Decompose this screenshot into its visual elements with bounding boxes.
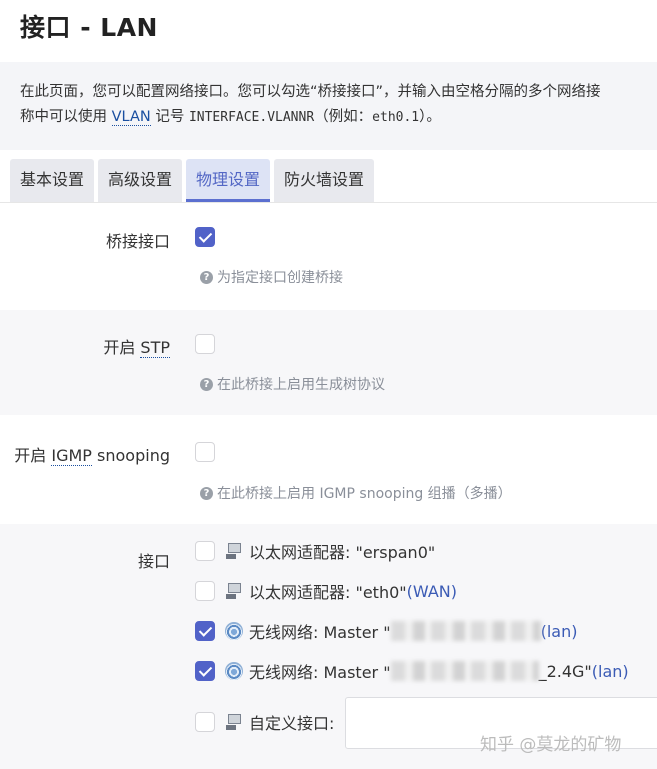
- description-line-2: 称中可以使用 VLAN 记号 INTERFACE.VLANNR（例如：eth0.…: [20, 109, 441, 126]
- wireless-2-checkbox[interactable]: [195, 661, 215, 681]
- stp-label: 开启 STP: [103, 338, 170, 358]
- wireless-icon: [225, 622, 243, 640]
- tab-firewall-settings[interactable]: 防火墙设置: [274, 159, 375, 202]
- page-title: 接口 - LAN: [20, 13, 158, 42]
- tab-advanced-settings[interactable]: 高级设置: [98, 159, 183, 202]
- help-icon: ?: [200, 270, 213, 284]
- redacted-ssid: [390, 621, 541, 641]
- interface-item-eth0: 以太网适配器: "eth0" (WAN): [195, 579, 457, 603]
- description-line-1: 在此页面，您可以配置网络接口。您可以勾选“桥接接口”，并输入由空格分隔的多个网络…: [20, 84, 601, 100]
- tab-physical-settings[interactable]: 物理设置: [186, 159, 271, 202]
- bridge-checkbox[interactable]: [195, 227, 215, 247]
- stp-hint: ? 在此桥接上启用生成树协议: [200, 374, 385, 394]
- igmp-label: 开启 IGMP snooping: [14, 446, 170, 466]
- igmp-section: 开启 IGMP snooping ? 在此桥接上启用 IGMP snooping…: [0, 415, 657, 524]
- example-code: eth0.1: [372, 110, 420, 125]
- interface-item-wireless-1: 无线网络: Master " (lan): [195, 619, 577, 643]
- eth0-checkbox[interactable]: [195, 581, 215, 601]
- lan-zone-link-1[interactable]: (lan): [541, 622, 578, 641]
- ethernet-icon: [225, 582, 243, 600]
- ethernet-icon: [225, 542, 243, 560]
- vlan-abbr: VLAN: [111, 109, 151, 126]
- redacted-ssid: [390, 661, 539, 681]
- igmp-abbr: IGMP: [51, 446, 92, 466]
- bridge-label: 桥接接口: [105, 232, 170, 251]
- tab-basic-settings[interactable]: 基本设置: [10, 159, 95, 202]
- wan-zone-link[interactable]: (WAN): [407, 582, 457, 601]
- igmp-checkbox[interactable]: [195, 442, 215, 462]
- wireless-icon: [225, 662, 243, 680]
- ethernet-icon: [225, 713, 243, 731]
- interface-item-erspan0: 以太网适配器: "erspan0": [195, 539, 435, 563]
- tab-bar: 基本设置 高级设置 物理设置 防火墙设置: [10, 159, 375, 202]
- watermark: 知乎 @莫龙的矿物: [480, 735, 622, 755]
- interface-code: INTERFACE.VLANNR: [188, 110, 315, 125]
- bridge-hint: ? 为指定接口创建桥接: [200, 267, 343, 287]
- interface-item-wireless-2: 无线网络: Master " _2.4G" (lan): [195, 659, 629, 683]
- help-icon: ?: [200, 486, 213, 500]
- interface-item-custom: 自定义接口:: [195, 710, 334, 734]
- stp-checkbox[interactable]: [195, 334, 215, 354]
- wireless-1-checkbox[interactable]: [195, 621, 215, 641]
- bridge-section: 桥接接口 ? 为指定接口创建桥接: [0, 203, 657, 310]
- page-description: 在此页面，您可以配置网络接口。您可以勾选“桥接接口”，并输入由空格分隔的多个网络…: [0, 62, 657, 150]
- help-icon: ?: [200, 377, 213, 391]
- erspan0-checkbox[interactable]: [195, 541, 215, 561]
- stp-section: 开启 STP ? 在此桥接上启用生成树协议: [0, 310, 657, 415]
- interface-label: 接口: [137, 552, 170, 571]
- igmp-hint: ? 在此桥接上启用 IGMP snooping 组播（多播）: [200, 483, 512, 503]
- custom-checkbox[interactable]: [195, 712, 215, 732]
- lan-zone-link-2[interactable]: (lan): [592, 662, 629, 681]
- stp-abbr: STP: [140, 338, 170, 358]
